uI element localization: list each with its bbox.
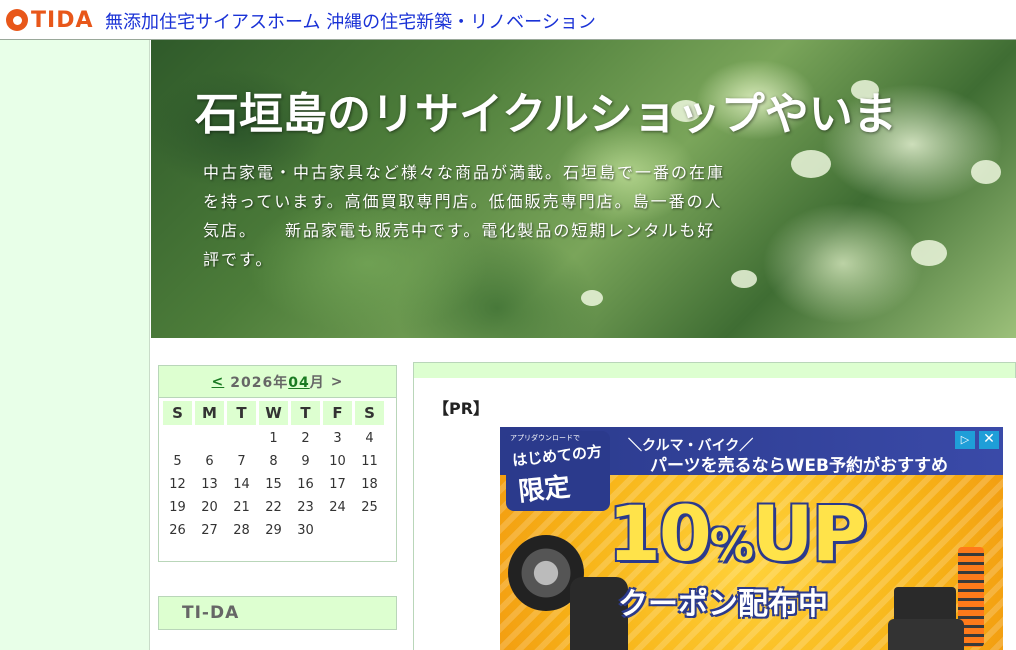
ad-first-time-badge: アプリダウンロードで はじめての方 限定 bbox=[506, 431, 610, 511]
tida-box-title: TI-DA bbox=[182, 603, 240, 623]
calendar-day: 26 bbox=[169, 522, 186, 538]
calendar-week-row: 19 20 21 22 23 24 25 bbox=[163, 497, 384, 517]
calendar-day: 3 bbox=[333, 430, 342, 446]
calendar-grid: S M T W T F S 1 2 3 4 5 6 7 8 9 10 11 12 bbox=[160, 398, 387, 543]
calendar-day bbox=[227, 428, 256, 448]
weekday-label: M bbox=[195, 401, 224, 425]
pr-label: 【PR】 bbox=[433, 399, 490, 418]
blog-title[interactable]: 石垣島のリサイクルショップやいま bbox=[195, 78, 897, 142]
calendar-day: 5 bbox=[173, 453, 182, 469]
weekday-label: F bbox=[323, 401, 352, 425]
sponsor-site-link[interactable]: 無添加住宅サイアスホーム 沖縄の住宅新築・リノベーション bbox=[105, 8, 596, 34]
speaker-image bbox=[888, 619, 964, 650]
calendar-day: 15 bbox=[265, 476, 282, 492]
calendar-week-row: 12 13 14 15 16 17 18 bbox=[163, 474, 384, 494]
ad-big-offer: 10%UP bbox=[608, 489, 867, 578]
weekday-label: S bbox=[163, 401, 192, 425]
weekday-label: W bbox=[259, 401, 288, 425]
calendar-prev-link[interactable]: < bbox=[212, 374, 225, 390]
calendar-day bbox=[195, 428, 224, 448]
calendar-day: 27 bbox=[201, 522, 218, 538]
ad-headline-2: パーツを売るならWEB予約がおすすめ bbox=[650, 456, 948, 476]
weekday-label: T bbox=[227, 401, 256, 425]
calendar-next-link[interactable]: > bbox=[331, 374, 344, 390]
calendar-day: 21 bbox=[233, 499, 250, 515]
top-bar: TIDA 無添加住宅サイアスホーム 沖縄の住宅新築・リノベーション bbox=[0, 0, 1016, 40]
calendar-day: 28 bbox=[233, 522, 250, 538]
calendar-day: 6 bbox=[205, 453, 214, 469]
calendar-day: 19 bbox=[169, 499, 186, 515]
calendar-day: 7 bbox=[237, 453, 246, 469]
calendar: < 2026年04月 > S M T W T F S 1 2 3 4 5 6 7… bbox=[158, 365, 397, 562]
calendar-day: 11 bbox=[361, 453, 378, 469]
ad-close-icon[interactable]: ✕ bbox=[979, 431, 999, 449]
calendar-day: 24 bbox=[329, 499, 346, 515]
tida-sidebar-box: TI-DA bbox=[158, 596, 397, 630]
tida-logo-icon bbox=[6, 9, 28, 31]
calendar-day: 25 bbox=[361, 499, 378, 515]
ad-small-note: アプリダウンロードで bbox=[510, 434, 580, 442]
calendar-weekday-row: S M T W T F S bbox=[163, 401, 384, 425]
tida-logo-text: TIDA bbox=[31, 7, 94, 33]
calendar-day: 18 bbox=[361, 476, 378, 492]
calendar-day bbox=[355, 520, 384, 540]
blog-description: 中古家電・中古家具など様々な商品が満載。石垣島で一番の在庫を持っています。高価買… bbox=[203, 163, 726, 269]
calendar-day: 17 bbox=[329, 476, 346, 492]
calendar-day: 22 bbox=[265, 499, 282, 515]
calendar-day: 20 bbox=[201, 499, 218, 515]
calendar-month-link[interactable]: 04 bbox=[288, 375, 309, 391]
tida-logo[interactable]: TIDA bbox=[6, 7, 93, 33]
calendar-day bbox=[163, 428, 192, 448]
calendar-day: 8 bbox=[269, 453, 278, 469]
calendar-week-row: 5 6 7 8 9 10 11 bbox=[163, 451, 384, 471]
main-entry-header bbox=[413, 362, 1016, 379]
calendar-year: 2026年04月 bbox=[230, 374, 325, 391]
calendar-week-row: 26 27 28 29 30 bbox=[163, 520, 384, 540]
calendar-day: 1 bbox=[269, 430, 278, 446]
ad-badge-line1: はじめての方 bbox=[511, 442, 603, 470]
weekday-label: T bbox=[291, 401, 320, 425]
calendar-day: 2 bbox=[301, 430, 310, 446]
calendar-day bbox=[323, 520, 352, 540]
advertisement-banner[interactable]: アプリダウンロードで はじめての方 限定 ＼クルマ・バイク／ パーツを売るならW… bbox=[500, 427, 1003, 650]
calendar-day: 14 bbox=[233, 476, 250, 492]
ad-coupon-text: クーポン配布中 bbox=[618, 587, 828, 622]
calendar-day: 10 bbox=[329, 453, 346, 469]
calendar-header: < 2026年04月 > bbox=[159, 366, 396, 398]
calendar-day: 30 bbox=[297, 522, 314, 538]
ad-info-icon[interactable]: ▷ bbox=[955, 431, 975, 449]
calendar-day: 4 bbox=[365, 430, 374, 446]
calendar-day: 29 bbox=[265, 522, 282, 538]
left-sidebar-background bbox=[0, 40, 150, 650]
calendar-day: 16 bbox=[297, 476, 314, 492]
weekday-label: S bbox=[355, 401, 384, 425]
calendar-day: 13 bbox=[201, 476, 218, 492]
calendar-week-row: 1 2 3 4 bbox=[163, 428, 384, 448]
calendar-day: 12 bbox=[169, 476, 186, 492]
calendar-day: 23 bbox=[297, 499, 314, 515]
header-banner: 石垣島のリサイクルショップやいま 中古家電・中古家具など様々な商品が満載。石垣島… bbox=[151, 40, 1016, 338]
ad-badge-line2: 限定 bbox=[516, 472, 572, 508]
calendar-day: 9 bbox=[301, 453, 310, 469]
